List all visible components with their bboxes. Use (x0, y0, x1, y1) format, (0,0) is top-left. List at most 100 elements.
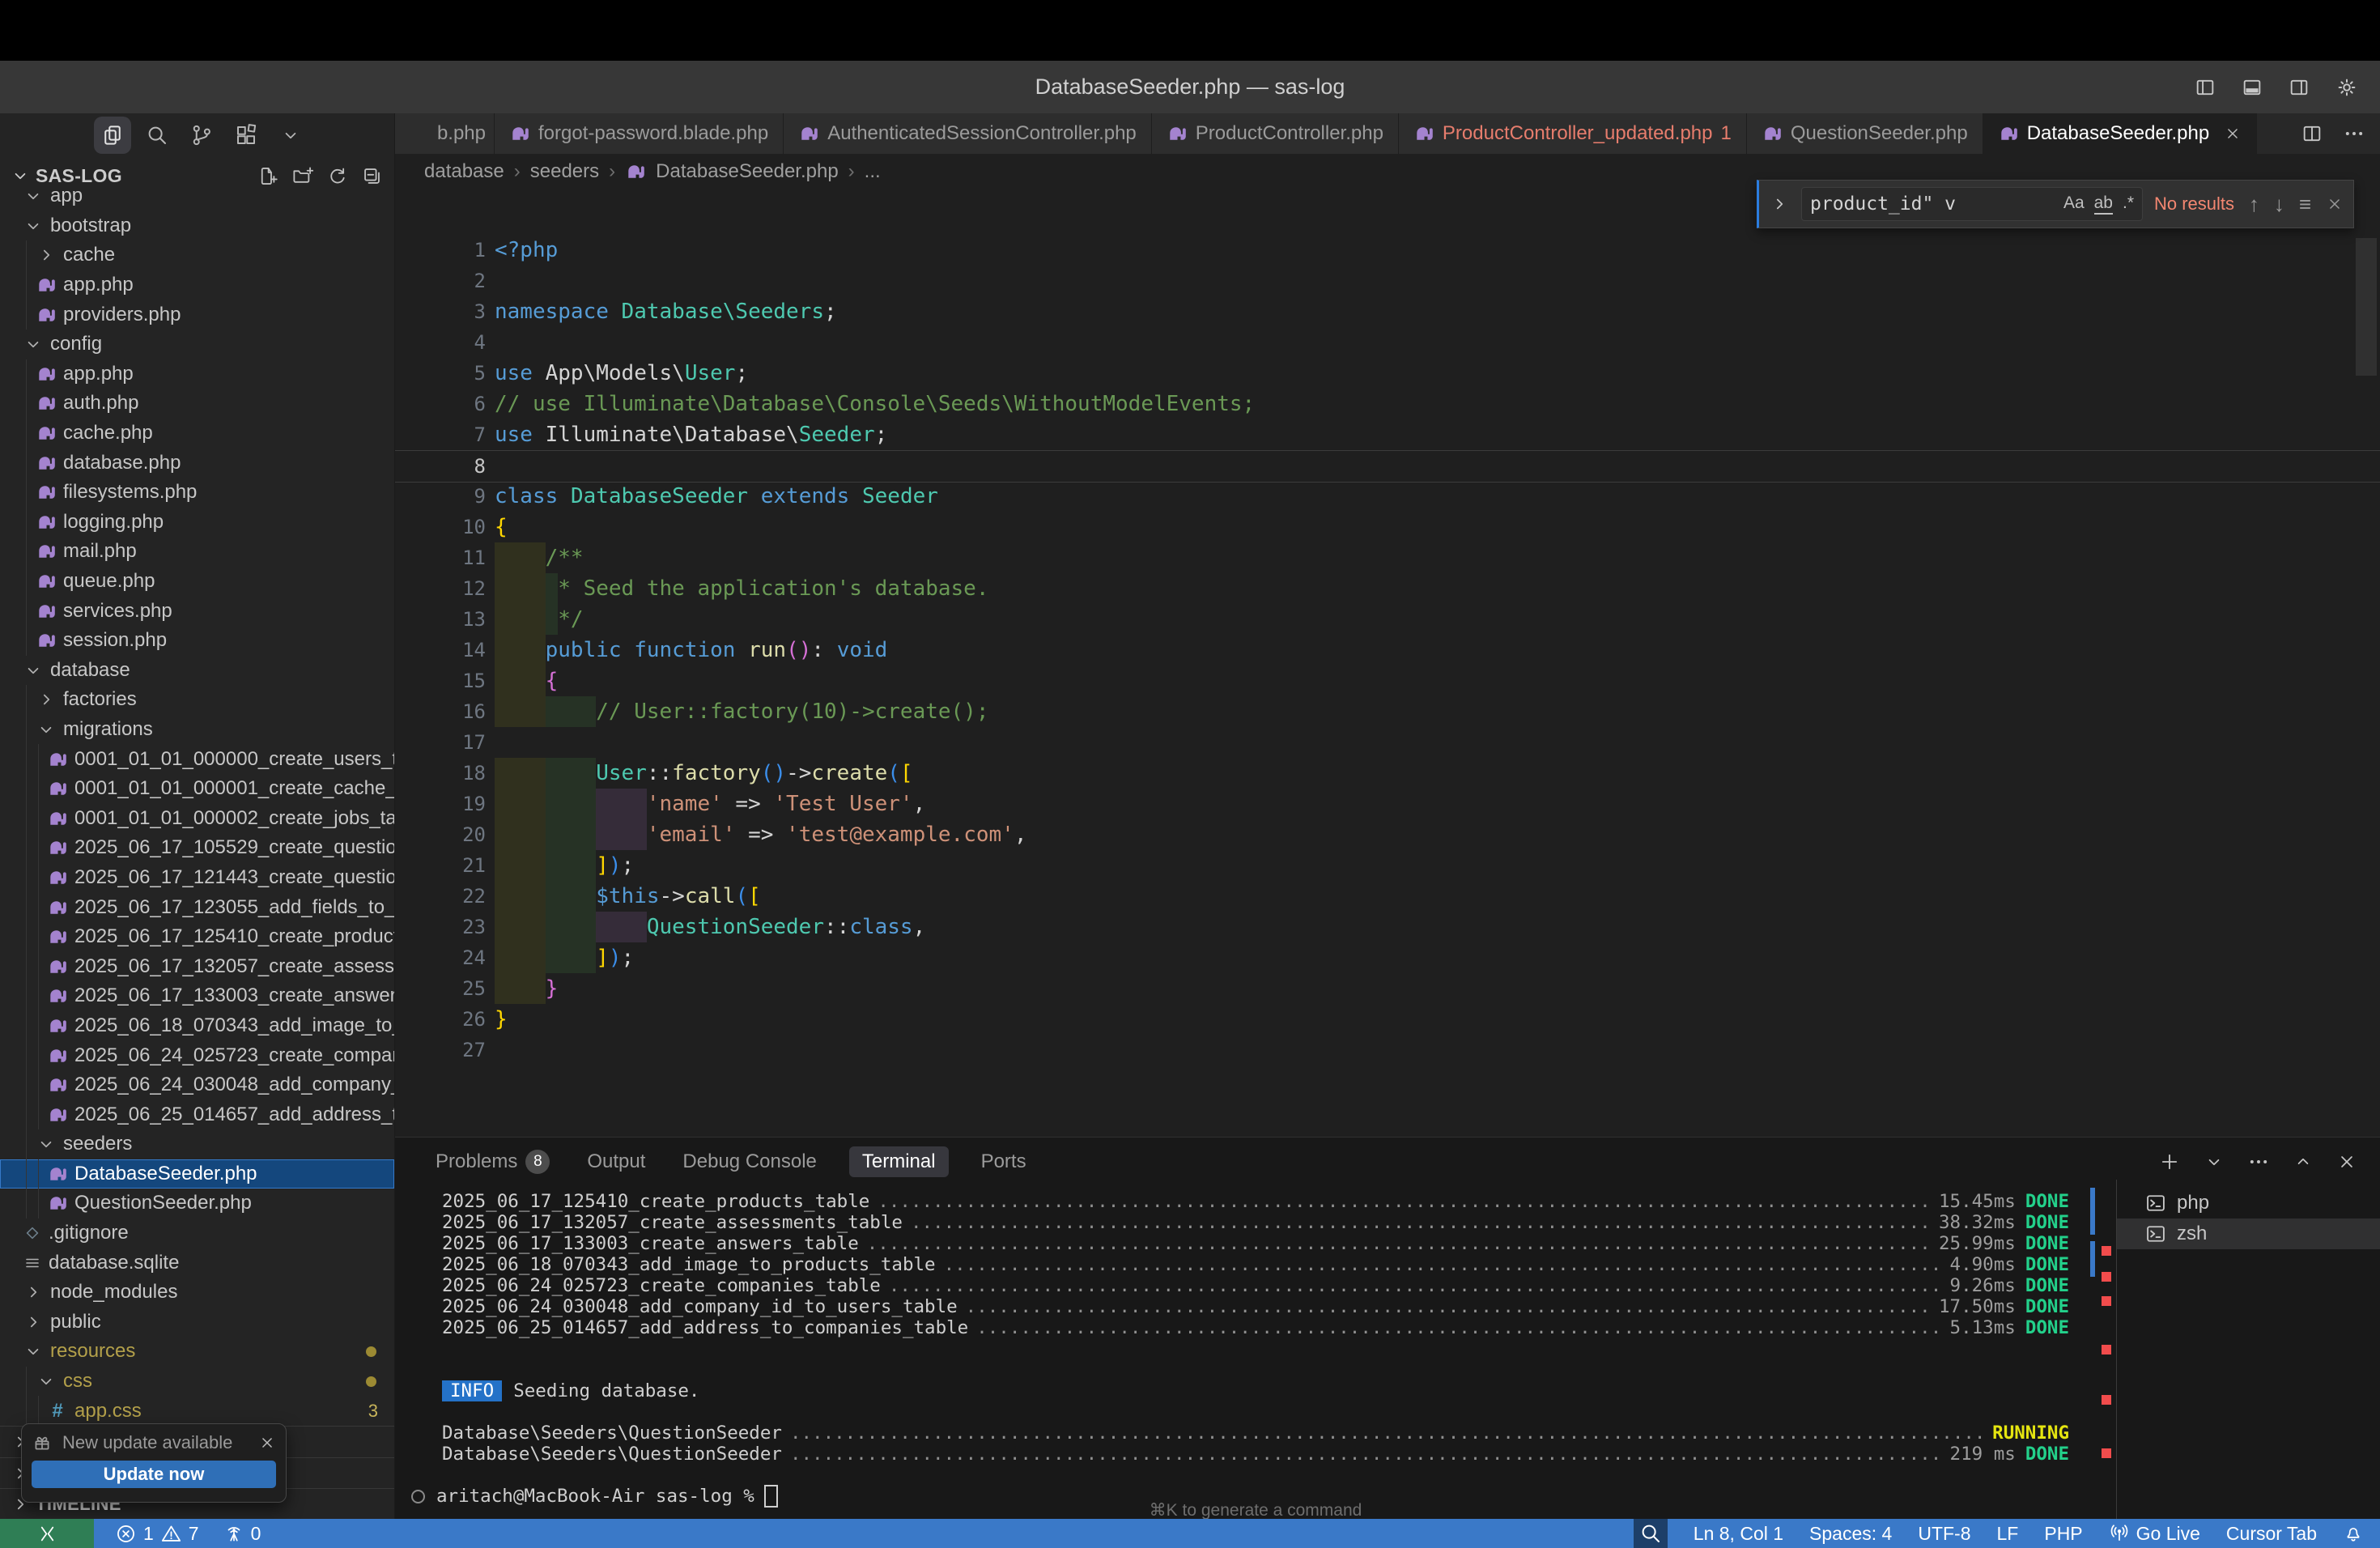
new-terminal-icon[interactable] (2158, 1150, 2181, 1173)
panel-tab-output[interactable]: Output (582, 1146, 650, 1177)
tree-item-providers.php[interactable]: providers.php (0, 300, 394, 330)
tab-productcontroller_updated.php[interactable]: ProductController_updated.php1 (1399, 113, 1747, 154)
status-problems[interactable]: 17 (115, 1523, 199, 1545)
panel-tab-problems[interactable]: Problems8 (431, 1146, 555, 1178)
tree-item-css[interactable]: css (0, 1367, 394, 1397)
tree-item-databaseseeder.php[interactable]: DatabaseSeeder.php (0, 1159, 394, 1189)
tree-item-cache.php[interactable]: cache.php (0, 419, 394, 449)
find-in-selection-icon[interactable]: ≡ (2299, 192, 2311, 217)
close-panel-icon[interactable] (2336, 1151, 2357, 1172)
toggle-secondary-sidebar-icon[interactable] (2288, 76, 2310, 99)
tree-item-factories[interactable]: factories (0, 685, 394, 715)
close-icon[interactable] (2224, 125, 2242, 142)
panel-tab-debug-console[interactable]: Debug Console (678, 1146, 821, 1177)
status-cursor-tab[interactable]: Cursor Tab (2226, 1523, 2317, 1545)
tree-item-app.css[interactable]: #app.css3 (0, 1396, 394, 1426)
tree-item-2025-06-24-030048-add-company-...[interactable]: 2025_06_24_030048_add_company_... (0, 1070, 394, 1100)
tree-item-0001-01-01-000000-create-users-ta...[interactable]: 0001_01_01_000000_create_users_ta... (0, 744, 394, 774)
tab-productcontroller.php[interactable]: ProductController.php (1152, 113, 1399, 154)
tree-item-services.php[interactable]: services.php (0, 596, 394, 626)
close-icon[interactable] (258, 1434, 276, 1452)
tree-item-2025-06-17-132057-create-assessme...[interactable]: 2025_06_17_132057_create_assessme... (0, 951, 394, 981)
terminal-output[interactable]: 2025_06_17_125410_create_products_table.… (442, 1191, 2069, 1507)
tree-item-database.sqlite[interactable]: database.sqlite (0, 1248, 394, 1278)
tree-item-2025-06-17-105529-create-question...[interactable]: 2025_06_17_105529_create_question... (0, 833, 394, 863)
terminal-profile-dropdown-icon[interactable] (2204, 1151, 2225, 1172)
status-cursor-position[interactable]: Ln 8, Col 1 (1694, 1523, 1783, 1545)
tree-item-bootstrap[interactable]: bootstrap (0, 211, 394, 241)
settings-gear-icon[interactable] (2335, 75, 2359, 100)
close-icon[interactable] (2326, 195, 2344, 213)
breadcrumb-item[interactable]: DatabaseSeeder.php (656, 160, 839, 183)
tree-item-database[interactable]: database (0, 656, 394, 686)
breadcrumb-item[interactable]: database (424, 160, 504, 183)
tree-item-0001-01-01-000002-create-jobs-tab...[interactable]: 0001_01_01_000002_create_jobs_tab... (0, 803, 394, 833)
tree-item-filesystems.php[interactable]: filesystems.php (0, 478, 394, 508)
tree-item-2025-06-25-014657-add-address-to...[interactable]: 2025_06_25_014657_add_address_to... (0, 1099, 394, 1129)
more-actions-icon[interactable] (2247, 1150, 2270, 1173)
tree-item-2025-06-17-123055-add-fields-to-u...[interactable]: 2025_06_17_123055_add_fields_to_u... (0, 892, 394, 922)
tree-item-2025-06-17-125410-create-products...[interactable]: 2025_06_17_125410_create_products... (0, 922, 394, 952)
status-go-live[interactable]: Go Live (2109, 1523, 2200, 1545)
tree-item-public[interactable]: public (0, 1308, 394, 1337)
remote-indicator[interactable] (0, 1519, 94, 1548)
tree-item-migrations[interactable]: migrations (0, 715, 394, 745)
tree-item-session.php[interactable]: session.php (0, 626, 394, 656)
status-search[interactable] (1634, 1519, 1668, 1548)
tree-item-0001-01-01-000001-create-cache-ta...[interactable]: 0001_01_01_000001_create_cache_ta... (0, 774, 394, 804)
find-next-icon[interactable]: ↓ (2274, 192, 2284, 217)
tree-item-2025-06-17-133003-create-answers-...[interactable]: 2025_06_17_133003_create_answers_... (0, 981, 394, 1011)
source-control-icon[interactable] (183, 117, 220, 154)
regex-icon[interactable]: .* (2123, 194, 2134, 215)
tree-item-auth.php[interactable]: auth.php (0, 389, 394, 419)
status-language-mode[interactable]: PHP (2044, 1523, 2082, 1545)
files-icon[interactable] (94, 117, 131, 154)
find-previous-icon[interactable]: ↑ (2249, 192, 2259, 217)
more-actions-icon[interactable] (2343, 122, 2365, 145)
terminal-instance-zsh[interactable]: zsh (2117, 1218, 2380, 1249)
tab-authenticatedsessioncontroller.php[interactable]: AuthenticatedSessionController.php (784, 113, 1152, 154)
tree-item-database.php[interactable]: database.php (0, 448, 394, 478)
status-eol[interactable]: LF (1997, 1523, 2019, 1545)
tab-databaseseeder.php[interactable]: DatabaseSeeder.php (1983, 113, 2258, 154)
tree-item-node-modules[interactable]: node_modules (0, 1278, 394, 1308)
tree-item-app.php[interactable]: app.php (0, 359, 394, 389)
tab-forgot-password.blade.php[interactable]: forgot-password.blade.php (495, 113, 784, 154)
match-case-icon[interactable]: Aa (2063, 194, 2085, 215)
breadcrumb-item[interactable]: seeders (530, 160, 599, 183)
tree-item-.gitignore[interactable]: .gitignore (0, 1218, 394, 1248)
chevron-down-icon[interactable] (272, 117, 309, 154)
tree-item-config[interactable]: config (0, 330, 394, 359)
search-icon[interactable] (138, 117, 176, 154)
tree-item-2025-06-17-121443-create-questions...[interactable]: 2025_06_17_121443_create_questions... (0, 863, 394, 893)
toggle-panel-icon[interactable] (2241, 76, 2263, 99)
status-indentation[interactable]: Spaces: 4 (1809, 1523, 1892, 1545)
tree-item-queue.php[interactable]: queue.php (0, 567, 394, 597)
panel-tab-ports[interactable]: Ports (976, 1146, 1031, 1177)
tree-item-app.php[interactable]: app.php (0, 270, 394, 300)
update-now-button[interactable]: Update now (32, 1461, 276, 1488)
tab-b.php[interactable]: b.php (395, 113, 495, 154)
tree-item-app[interactable]: app (0, 181, 394, 211)
toggle-sidebar-icon[interactable] (2194, 76, 2216, 99)
tree-item-2025-06-18-070343-add-image-to-...[interactable]: 2025_06_18_070343_add_image_to_... (0, 1011, 394, 1041)
tab-questionseeder.php[interactable]: QuestionSeeder.php (1747, 113, 1983, 154)
status-encoding[interactable]: UTF-8 (1918, 1523, 1970, 1545)
tree-item-seeders[interactable]: seeders (0, 1129, 394, 1159)
breadcrumb-item[interactable]: ... (865, 160, 881, 183)
tree-item-resources[interactable]: resources (0, 1337, 394, 1367)
whole-word-icon[interactable]: ab (2094, 194, 2113, 215)
tree-item-2025-06-24-025723-create-compan...[interactable]: 2025_06_24_025723_create_compan... (0, 1040, 394, 1070)
panel-tab-terminal[interactable]: Terminal (849, 1146, 949, 1177)
extensions-icon[interactable] (227, 117, 265, 154)
find-input[interactable]: product_id" v Aa ab .* (1801, 187, 2143, 221)
toggle-replace-icon[interactable] (1769, 194, 1790, 215)
tree-item-mail.php[interactable]: mail.php (0, 537, 394, 567)
tree-item-cache[interactable]: cache (0, 240, 394, 270)
split-editor-icon[interactable] (2301, 122, 2323, 145)
maximize-panel-icon[interactable] (2293, 1151, 2314, 1172)
terminal-instance-php[interactable]: php (2117, 1188, 2380, 1218)
tree-item-logging.php[interactable]: logging.php (0, 508, 394, 538)
status-ports[interactable]: 0 (223, 1523, 261, 1545)
tree-item-questionseeder.php[interactable]: QuestionSeeder.php (0, 1189, 394, 1218)
